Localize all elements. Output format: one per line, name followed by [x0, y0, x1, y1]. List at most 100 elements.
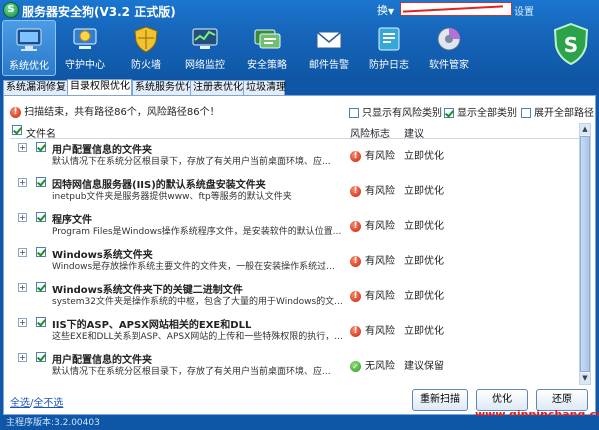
row-risk: ! 有风险 [350, 182, 395, 197]
toolbar-item-mail-alert[interactable]: 邮件告警 [302, 20, 356, 76]
row-advice: 立即优化 [404, 221, 444, 232]
risk-warning-icon: ! [350, 220, 361, 232]
row-checkbox[interactable] [36, 142, 46, 152]
risk-warning-icon: ! [350, 255, 361, 267]
rescan-button[interactable]: 重新扫描 [412, 389, 468, 411]
security-policy-icon [254, 29, 281, 49]
skin-menu-label: 换 [377, 4, 388, 17]
monitor-icon [16, 28, 42, 51]
row-risk-text: 有风险 [365, 291, 395, 302]
filter-expand-all-checkbox[interactable] [521, 108, 531, 118]
toolbar-item-network-monitor[interactable]: 网络监控 [178, 20, 232, 76]
settings-link[interactable]: 设置 [514, 3, 534, 18]
tab-system-vuln-fix[interactable]: 系统漏洞修复 [3, 80, 70, 95]
row-checkbox[interactable] [36, 247, 46, 257]
row-checkbox[interactable] [36, 177, 46, 187]
column-header-name: 文件名 [26, 129, 56, 140]
scan-summary: ! 扫描结束，共有路径86个，风险路径86个！ [10, 103, 340, 118]
filter-only-risk[interactable]: 只显示有风险类别 [349, 104, 442, 119]
filter-show-all[interactable]: 显示全部类别 [444, 104, 517, 119]
toolbar-item-security-policy[interactable]: 安全策略 [240, 20, 294, 76]
row-risk: ✓ 无风险 [350, 357, 395, 372]
row-advice: 立即优化 [404, 326, 444, 337]
filter-show-all-checkbox[interactable] [444, 108, 454, 118]
list-item[interactable]: + IIS下的ASP、APSX网站相关的EXE和DLL 这些EXE和DLL关系到… [10, 315, 581, 349]
row-risk-text: 有风险 [365, 221, 395, 232]
expand-plus-icon[interactable]: + [18, 248, 27, 257]
expand-plus-icon[interactable]: + [18, 283, 27, 292]
list-scrollbar[interactable]: ▲ ▼ [579, 123, 591, 385]
risk-warning-icon: ! [350, 325, 361, 337]
app-title: 服务器安全狗(V3.2 正式版) [22, 5, 176, 19]
list-item[interactable]: + 程序文件 Program Files是Windows操作系统程序文件，是安装… [10, 210, 581, 244]
filter-expand-all[interactable]: 展开全部路径 [521, 104, 594, 119]
toolbar-label: 防火墙 [131, 60, 161, 71]
scroll-thumb[interactable] [580, 136, 590, 372]
toolbar-item-guard-center[interactable]: 守护中心 [58, 20, 112, 76]
toolbar-label: 邮件告警 [309, 60, 349, 71]
row-risk-text: 有风险 [365, 186, 395, 197]
tab-junk-clean[interactable]: 垃圾清理 [243, 80, 286, 95]
list-item[interactable]: + Windows系统文件夹 Windows是存放操作系统主要文件的文件夹，一般… [10, 245, 581, 279]
expand-plus-icon[interactable]: + [18, 143, 27, 152]
risk-warning-icon: ! [350, 185, 361, 197]
toolbar-item-protection-log[interactable]: 防护日志 [362, 20, 416, 76]
expand-plus-icon[interactable]: + [18, 318, 27, 327]
tab-registry[interactable]: 注册表优化 [190, 80, 244, 95]
select-all-link[interactable]: 全选 [10, 398, 30, 409]
row-advice: 立即优化 [404, 151, 444, 162]
toolbar-label: 系统优化 [9, 61, 49, 72]
path-list: + 用户配置信息的文件夹 默认情况下在系统分区根目录下，存放了有关用户当前桌面环… [10, 140, 581, 384]
scan-summary-text: 扫描结束，共有路径86个，风险路径86个！ [24, 107, 220, 118]
firewall-shield-icon [134, 26, 158, 53]
main-toolbar: 系统优化 守护中心 防火墙 网络监控 安全策略 邮件告警 防护日志 软件管家 [0, 20, 540, 76]
row-description: system32文件夹是操作系统的中枢，包含了大量的用于Windows的文... [52, 297, 342, 307]
filter-expand-all-label: 展开全部路径 [534, 108, 594, 119]
row-description: Windows是存放操作系统主要文件的文件夹，一般在安装操作系统过... [52, 262, 335, 272]
directory-permission-panel: ! 扫描结束，共有路径86个，风险路径86个！ 只显示有风险类别 显示全部类别 … [3, 95, 596, 415]
expand-plus-icon[interactable]: + [18, 353, 27, 362]
skin-selector-bar[interactable] [400, 2, 512, 16]
row-checkbox[interactable] [36, 282, 46, 292]
svg-text:S: S [564, 33, 578, 57]
toolbar-item-system-optimize[interactable]: 系统优化 [2, 20, 56, 76]
list-item[interactable]: + Windows系统文件夹下的关键二进制文件 system32文件夹是操作系统… [10, 280, 581, 314]
list-item[interactable]: + 用户配置信息的文件夹 默认情况下在系统分区根目录下，存放了有关用户当前桌面环… [10, 140, 581, 174]
list-header: 文件名 风险标志 建议 [10, 123, 581, 140]
select-all-checkbox[interactable] [12, 125, 22, 135]
brand-shield-icon: S [553, 22, 589, 66]
row-risk: ! 有风险 [350, 217, 395, 232]
scroll-up-arrow-icon[interactable]: ▲ [580, 124, 590, 135]
row-description: Program Files是Windows操作系统程序文件，是安装软件的默认位置… [52, 227, 342, 237]
tab-directory-permission[interactable]: 目录权限优化 [67, 79, 132, 96]
list-item[interactable]: + 因特网信息服务器(IIS)的默认系统盘安装文件夹 inetpub文件夹是服务… [10, 175, 581, 209]
network-monitor-icon [192, 28, 218, 49]
toolbar-label: 网络监控 [185, 60, 225, 71]
tab-system-service[interactable]: 系统服务优化 [132, 80, 196, 95]
list-item[interactable]: + 用户配置信息的文件夹 默认情况下在系统分区根目录下，存放了有关用户当前桌面环… [10, 350, 581, 384]
row-risk-text: 有风险 [365, 151, 395, 162]
row-risk: ! 有风险 [350, 287, 395, 302]
row-checkbox[interactable] [36, 317, 46, 327]
version-text: 主程序版本:3.2.00403 [6, 418, 100, 428]
row-advice: 立即优化 [404, 256, 444, 267]
toolbar-label: 防护日志 [369, 60, 409, 71]
expand-plus-icon[interactable]: + [18, 213, 27, 222]
toolbar-item-software-manager[interactable]: 软件管家 [422, 20, 476, 76]
toolbar-label: 安全策略 [247, 60, 287, 71]
expand-plus-icon[interactable]: + [18, 178, 27, 187]
filter-only-risk-label: 只显示有风险类别 [362, 108, 442, 119]
scroll-down-arrow-icon[interactable]: ▼ [580, 373, 590, 384]
skin-menu[interactable]: 换▼ [377, 2, 394, 18]
toolbar-label: 软件管家 [429, 60, 469, 71]
toolbar-item-firewall[interactable]: 防火墙 [119, 20, 173, 76]
row-checkbox[interactable] [36, 352, 46, 362]
filter-only-risk-checkbox[interactable] [349, 108, 359, 118]
filter-show-all-label: 显示全部类别 [457, 108, 517, 119]
row-checkbox[interactable] [36, 212, 46, 222]
select-none-link[interactable]: 全不选 [33, 398, 63, 409]
toolbar-label: 守护中心 [65, 60, 105, 71]
row-description: inetpub文件夹是服务器提供www、ftp等服务的默认文件夹 [52, 192, 292, 202]
row-risk: ! 有风险 [350, 322, 395, 337]
risk-safe-check-icon: ✓ [350, 360, 361, 372]
